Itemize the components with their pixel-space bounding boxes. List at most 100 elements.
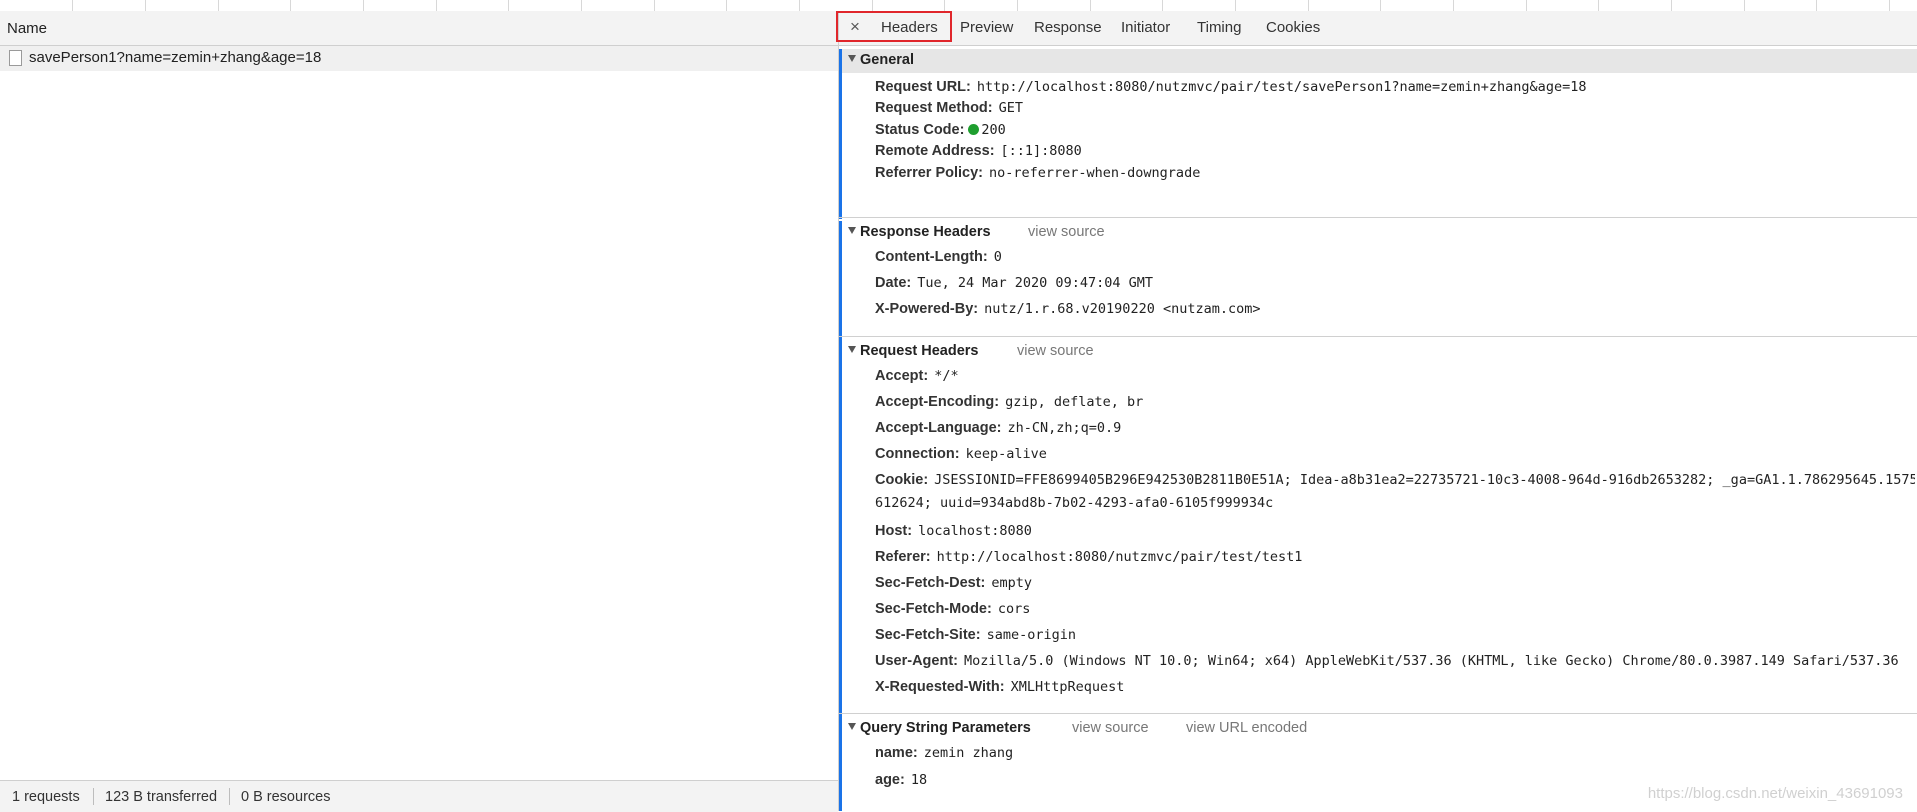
header-row: X-Powered-By: nutz/1.r.68.v20190220 <nutz…	[875, 300, 1260, 317]
network-status-bar: 1 requests 123 B transferred 0 B resourc…	[0, 780, 838, 812]
timeline-tick	[1671, 0, 1672, 11]
header-value: GET	[998, 100, 1023, 116]
name-column-label: Name	[7, 20, 48, 37]
header-value: empty	[991, 575, 1033, 591]
header-key: Sec-Fetch-Dest:	[875, 575, 986, 591]
timeline-tick	[1598, 0, 1599, 11]
header-key: Accept:	[875, 368, 929, 384]
response-view-source-link[interactable]: view source	[1028, 224, 1105, 240]
status-code-value: 200	[981, 122, 1006, 138]
param-key: age:	[875, 772, 905, 788]
timeline-tick	[799, 0, 800, 11]
header-key: Request Method:	[875, 100, 993, 116]
timeline-tick	[1090, 0, 1091, 11]
document-icon	[9, 50, 22, 66]
timeline-tick	[1526, 0, 1527, 11]
header-row: Date: Tue, 24 Mar 2020 09:47:04 GMT	[875, 274, 1153, 291]
status-ok-icon	[968, 124, 980, 135]
request-headers-header[interactable]: Request Headers view source	[842, 340, 1917, 364]
status-separator	[229, 788, 230, 805]
param-value: zemin zhang	[923, 745, 1014, 761]
tab-response[interactable]: Response	[1034, 19, 1102, 36]
header-value: [::1]:8080	[1000, 143, 1082, 159]
timeline-tick	[1380, 0, 1381, 11]
header-key: Status Code:	[875, 122, 965, 138]
response-headers-header[interactable]: Response Headers view source	[842, 221, 1917, 245]
header-value: 0	[993, 249, 1002, 265]
timeline-tick	[1889, 0, 1890, 11]
general-section: General Request URL: http://localhost:808…	[839, 49, 1917, 219]
header-row: Referrer Policy: no-referrer-when-downgra…	[875, 164, 1200, 181]
request-row[interactable]: savePerson1?name=zemin+zhang&age=18	[0, 46, 838, 71]
collapse-arrow-icon	[848, 227, 856, 234]
collapse-arrow-icon	[848, 346, 856, 353]
tab-preview[interactable]: Preview	[960, 19, 1013, 36]
header-value: */*	[934, 368, 959, 384]
cookie-continuation: 612624; uuid=934abd8b-7b02-4293-afa0-610…	[875, 495, 1274, 511]
header-value: nutz/1.r.68.v20190220 <nutzam.com>	[984, 301, 1261, 317]
tab-initiator[interactable]: Initiator	[1121, 19, 1170, 36]
header-row: Accept-Language: zh-CN,zh;q=0.9	[875, 419, 1121, 436]
details-tabbar: × Headers Preview Response Initiator Tim…	[836, 11, 1917, 46]
header-row: Remote Address: [::1]:8080	[875, 142, 1082, 159]
timeline-tick	[508, 0, 509, 11]
header-key: Host:	[875, 523, 913, 539]
header-key: Accept-Language:	[875, 420, 1002, 436]
section-divider	[839, 713, 1917, 714]
param-value: 18	[910, 772, 928, 788]
header-row: X-Requested-With: XMLHttpRequest	[875, 678, 1124, 695]
header-row: Referer: http://localhost:8080/nutzmvc/pa…	[875, 548, 1302, 565]
header-row: Host: localhost:8080	[875, 522, 1032, 539]
timeline-tick	[218, 0, 219, 11]
header-row: Accept: */*	[875, 367, 959, 384]
header-key: Referer:	[875, 549, 931, 565]
header-key: Cookie:	[875, 472, 929, 488]
header-key: Remote Address:	[875, 143, 995, 159]
tab-headers[interactable]: Headers	[881, 19, 938, 36]
header-row: Content-Length: 0	[875, 248, 1002, 265]
tab-cookies[interactable]: Cookies	[1266, 19, 1320, 36]
timeline-tick	[363, 0, 364, 11]
tab-timing[interactable]: Timing	[1197, 19, 1241, 36]
query-view-source-link[interactable]: view source	[1072, 720, 1149, 736]
timeline-tick	[436, 0, 437, 11]
general-section-header[interactable]: General	[842, 49, 1917, 73]
view-url-encoded-link[interactable]: view URL encoded	[1186, 720, 1307, 736]
request-details-pane: × Headers Preview Response Initiator Tim…	[836, 11, 1917, 811]
request-headers-section: Request Headers view source Accept: */* A…	[839, 340, 1917, 724]
name-column-header[interactable]: Name	[0, 11, 838, 46]
header-value: gzip, deflate, br	[1005, 394, 1144, 410]
header-value: XMLHttpRequest	[1010, 679, 1125, 695]
query-params-title: Query String Parameters	[860, 720, 1031, 736]
header-value: zh-CN,zh;q=0.9	[1007, 420, 1122, 436]
header-row: Status Code: 200	[875, 121, 1006, 138]
timeline-tick	[145, 0, 146, 11]
param-key: name:	[875, 745, 918, 761]
header-value: http://localhost:8080/nutzmvc/pair/test/…	[936, 549, 1303, 565]
collapse-arrow-icon	[848, 55, 856, 62]
header-key: X-Requested-With:	[875, 679, 1005, 695]
timeline-tick	[726, 0, 727, 11]
header-key: X-Powered-By:	[875, 301, 979, 317]
header-key: Sec-Fetch-Mode:	[875, 601, 992, 617]
section-divider	[839, 336, 1917, 337]
header-value: keep-alive	[965, 446, 1047, 462]
header-row: Sec-Fetch-Site: same-origin	[875, 626, 1076, 643]
header-key: Request URL:	[875, 79, 971, 95]
query-param-row: name: zemin zhang	[875, 744, 1013, 761]
header-value: Mozilla/5.0 (Windows NT 10.0; Win64; x64…	[963, 653, 1899, 669]
response-headers-title: Response Headers	[860, 224, 991, 240]
timeline-tick	[1308, 0, 1309, 11]
request-view-source-link[interactable]: view source	[1017, 343, 1094, 359]
header-value: no-referrer-when-downgrade	[989, 165, 1201, 181]
header-row: Sec-Fetch-Dest: empty	[875, 574, 1032, 591]
header-row: Request Method: GET	[875, 99, 1023, 116]
query-params-header[interactable]: Query String Parameters view source view…	[842, 717, 1917, 741]
status-separator	[93, 788, 94, 805]
header-key: Accept-Encoding:	[875, 394, 1000, 410]
header-value: Tue, 24 Mar 2020 09:47:04 GMT	[917, 275, 1153, 291]
header-row: Accept-Encoding: gzip, deflate, br	[875, 393, 1143, 410]
header-row: User-Agent: Mozilla/5.0 (Windows NT 10.0;…	[875, 652, 1915, 669]
header-key: Referrer Policy:	[875, 165, 983, 181]
timeline-tick	[1744, 0, 1745, 11]
